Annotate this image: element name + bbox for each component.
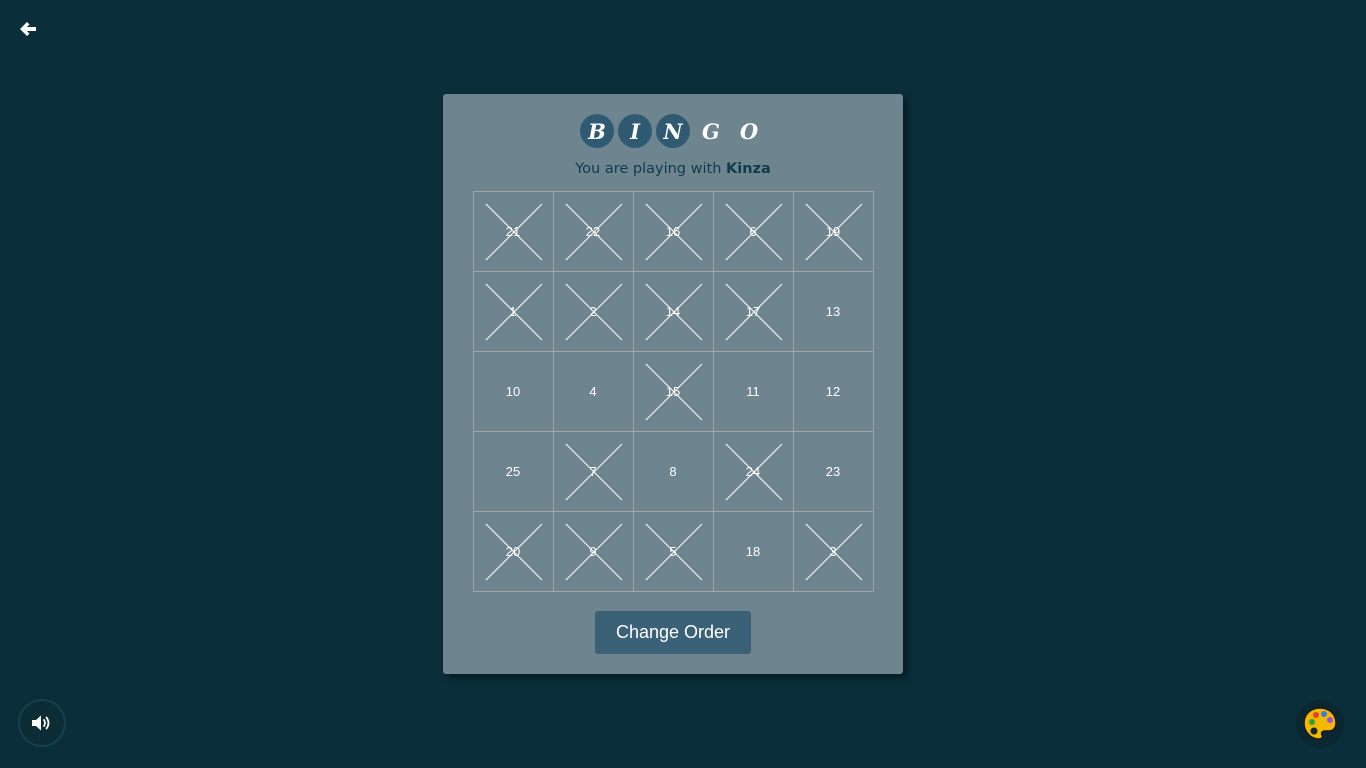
board-cell[interactable]: 25 bbox=[472, 430, 554, 512]
cell-number: 3 bbox=[829, 543, 837, 559]
cell-number: 14 bbox=[665, 303, 681, 319]
opponent-status: You are playing with Kinza bbox=[443, 161, 903, 177]
board-cell[interactable]: 11 bbox=[712, 350, 794, 432]
board-cell[interactable]: 24 bbox=[712, 430, 794, 512]
board-cell[interactable]: 21 bbox=[472, 190, 554, 272]
board-cell[interactable]: 16 bbox=[632, 190, 714, 272]
status-prefix: You are playing with bbox=[575, 161, 726, 177]
sound-toggle-button[interactable] bbox=[20, 701, 64, 745]
board-cell[interactable]: 1 bbox=[472, 270, 554, 352]
bingo-title: BINGO bbox=[443, 114, 903, 150]
bingo-board: 21 22 16 6 19 1 2 14 17 13 10 4 15 11 12 25 7 8 24 23 20 9 5 18… bbox=[472, 190, 874, 592]
board-cell[interactable]: 14 bbox=[632, 270, 714, 352]
cell-number: 21 bbox=[505, 223, 521, 239]
palette-icon bbox=[1303, 707, 1337, 740]
board-cell[interactable]: 2 bbox=[552, 270, 634, 352]
back-button[interactable] bbox=[16, 18, 40, 40]
board-cell[interactable]: 7 bbox=[552, 430, 634, 512]
cell-number: 22 bbox=[585, 223, 601, 239]
opponent-name: Kinza bbox=[726, 161, 771, 177]
cell-number: 6 bbox=[749, 223, 757, 239]
cell-number: 13 bbox=[825, 303, 841, 319]
cell-number: 16 bbox=[665, 223, 681, 239]
cell-number: 7 bbox=[589, 463, 597, 479]
cell-number: 1 bbox=[509, 303, 517, 319]
theme-button[interactable] bbox=[1296, 700, 1344, 748]
cell-number: 10 bbox=[505, 383, 521, 399]
cell-number: 2 bbox=[589, 303, 597, 319]
cell-number: 24 bbox=[745, 463, 761, 479]
cell-number: 11 bbox=[746, 383, 760, 399]
title-letter-o: O bbox=[739, 118, 759, 144]
board-cell[interactable]: 9 bbox=[552, 510, 634, 592]
title-letter-i: I bbox=[618, 114, 652, 148]
cell-number: 25 bbox=[505, 463, 521, 479]
board-cell[interactable]: 19 bbox=[792, 190, 874, 272]
title-letter-g: G bbox=[702, 118, 720, 144]
title-letter-n: N bbox=[656, 114, 690, 148]
board-cell[interactable]: 3 bbox=[792, 510, 874, 592]
board-cell[interactable]: 18 bbox=[712, 510, 794, 592]
board-cell[interactable]: 22 bbox=[552, 190, 634, 272]
board-cell[interactable]: 15 bbox=[632, 350, 714, 432]
title-letter-b: B bbox=[580, 114, 614, 148]
board-cell[interactable]: 4 bbox=[552, 350, 634, 432]
board-cell[interactable]: 10 bbox=[472, 350, 554, 432]
cell-number: 12 bbox=[825, 383, 841, 399]
board-cell[interactable]: 23 bbox=[792, 430, 874, 512]
cell-number: 9 bbox=[589, 543, 597, 559]
cell-number: 19 bbox=[825, 223, 841, 239]
arrow-left-icon bbox=[20, 22, 36, 36]
cell-number: 18 bbox=[745, 543, 761, 559]
cell-number: 8 bbox=[669, 463, 677, 479]
board-cell[interactable]: 12 bbox=[792, 350, 874, 432]
board-cell[interactable]: 6 bbox=[712, 190, 794, 272]
cell-number: 15 bbox=[665, 383, 681, 399]
volume-icon bbox=[32, 715, 50, 731]
cell-number: 23 bbox=[825, 463, 841, 479]
cell-number: 5 bbox=[669, 543, 677, 559]
board-cell[interactable]: 5 bbox=[632, 510, 714, 592]
board-cell[interactable]: 13 bbox=[792, 270, 874, 352]
cell-number: 4 bbox=[589, 383, 597, 399]
board-cell[interactable]: 20 bbox=[472, 510, 554, 592]
cell-number: 17 bbox=[745, 303, 761, 319]
bingo-card: BINGO You are playing with Kinza 21 22 16 6… bbox=[443, 94, 903, 674]
board-cell[interactable]: 17 bbox=[712, 270, 794, 352]
change-order-button[interactable]: Change Order bbox=[595, 611, 751, 654]
cell-number: 20 bbox=[505, 543, 521, 559]
board-cell[interactable]: 8 bbox=[632, 430, 714, 512]
